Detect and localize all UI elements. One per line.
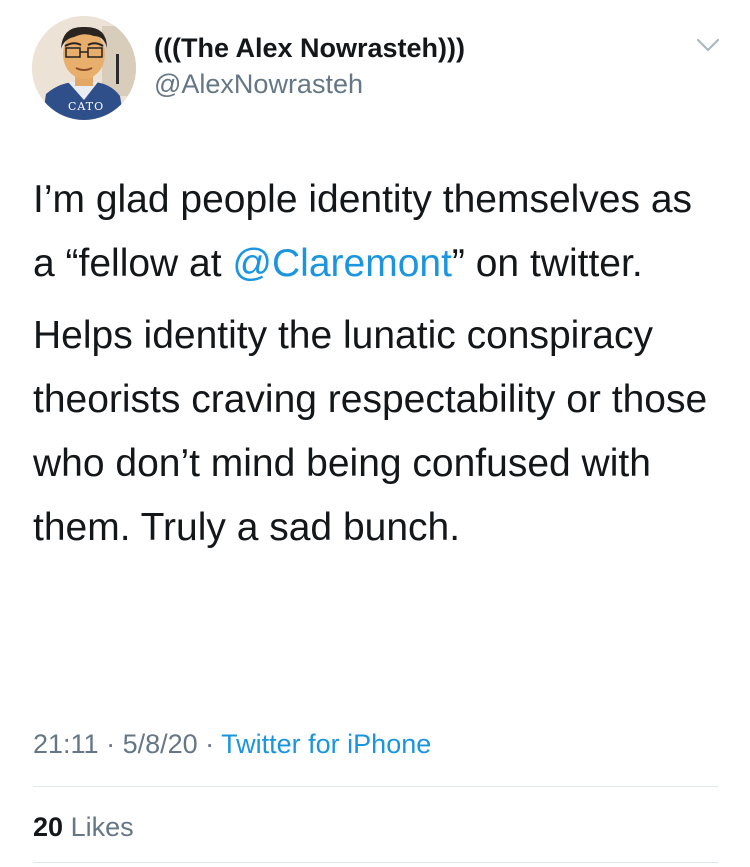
tweet-text: I’m glad people identity themselves as a… — [33, 168, 723, 568]
chevron-down-icon[interactable] — [696, 38, 720, 52]
avatar-badge: CATO — [68, 100, 105, 113]
likes-stat[interactable]: 20 Likes — [33, 810, 134, 844]
author-handle[interactable]: @AlexNowrasteh — [154, 68, 363, 100]
tweet-source-link[interactable]: Twitter for iPhone — [221, 729, 431, 759]
divider — [33, 786, 718, 787]
tweet-paragraph-2: Helps identity the lunatic conspiracy th… — [33, 314, 708, 549]
tweet-paragraph-1: I’m glad people identity themselves as a… — [33, 168, 723, 296]
tweet-meta: 21:11 · 5/8/20 · Twitter for iPhone — [33, 726, 431, 762]
author-display-name[interactable]: (((The Alex Nowrasteh))) — [154, 32, 465, 64]
mention-link[interactable]: @Claremont — [232, 242, 452, 285]
likes-label: Likes — [70, 812, 134, 842]
meta-separator: · — [197, 729, 222, 759]
tweet-date[interactable]: 5/8/20 — [123, 729, 198, 759]
tweet-time[interactable]: 21:11 — [33, 729, 99, 759]
likes-count: 20 — [33, 812, 64, 842]
avatar[interactable]: CATO — [32, 16, 136, 120]
tweet-text-segment: ” on twitter. — [451, 242, 643, 285]
divider — [33, 862, 718, 863]
meta-separator: · — [98, 729, 123, 759]
